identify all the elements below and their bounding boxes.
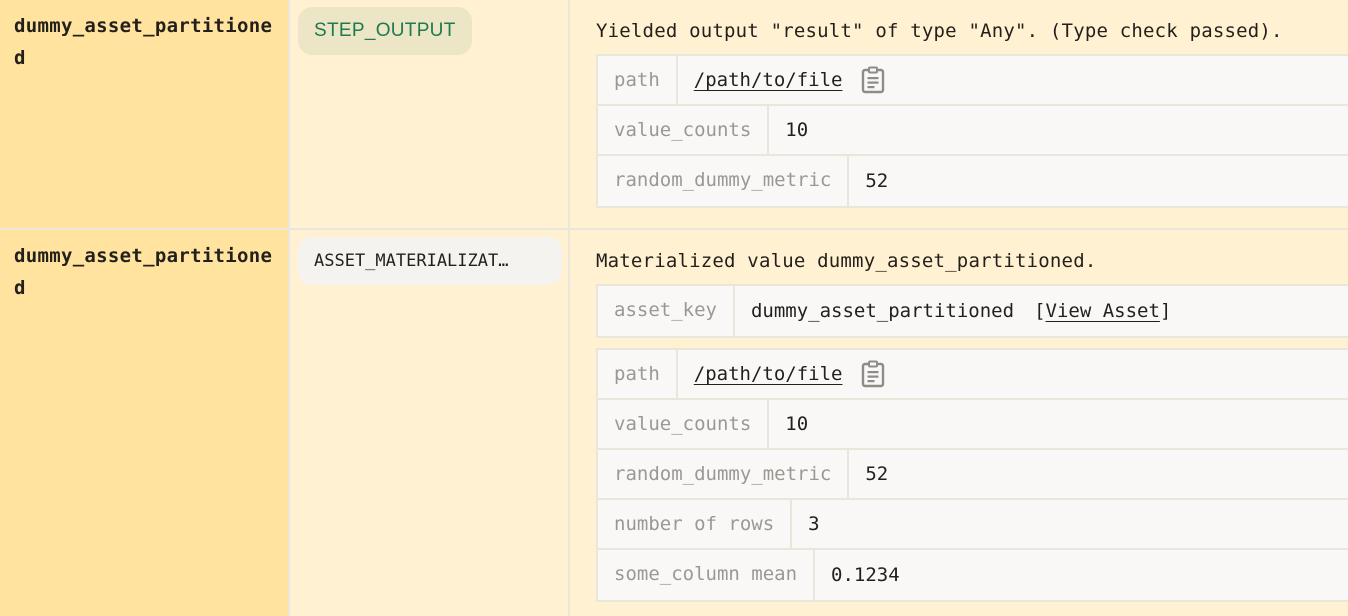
metadata-table: path /path/to/file value_counts 10 rando… <box>596 54 1348 208</box>
step-key-cell: dummy_asset_partitioned <box>0 0 290 228</box>
metadata-row: random_dummy_metric 52 <box>598 156 1348 206</box>
metadata-row: some_column mean 0.1234 <box>598 550 1348 600</box>
event-message: Materialized value dummy_asset_partition… <box>596 250 1097 272</box>
metadata-value: 3 <box>808 513 820 535</box>
view-asset-link[interactable]: View Asset <box>1046 287 1160 335</box>
metadata-value: 0.1234 <box>831 564 900 586</box>
metadata-value: 10 <box>785 413 809 435</box>
metadata-row: value_counts 10 <box>598 400 1348 450</box>
metadata-key: path <box>598 350 678 398</box>
asset-key-table: asset_key dummy_asset_partitioned [ View… <box>596 284 1348 338</box>
metadata-value: 52 <box>865 170 889 192</box>
metadata-row: value_counts 10 <box>598 106 1348 156</box>
asset-key-row: asset_key dummy_asset_partitioned [ View… <box>598 286 1348 336</box>
metadata-row: random_dummy_metric 52 <box>598 450 1348 500</box>
metadata-key: some_column mean <box>598 550 816 600</box>
info-cell: Materialized value dummy_asset_partition… <box>570 230 1348 616</box>
metadata-row: path /path/to/file <box>598 350 1348 400</box>
asset-name: dummy_asset_partitioned <box>750 300 1015 322</box>
asset-key-value: dummy_asset_partitioned [ View Asset ] <box>735 286 1187 336</box>
log-row: dummy_asset_partitioned STEP_OUTPUT Yiel… <box>0 0 1348 230</box>
log-row: dummy_asset_partitioned ASSET_MATERIALIZ… <box>0 230 1348 616</box>
asset-key-label: asset_key <box>598 286 735 336</box>
metadata-row: number of rows 3 <box>598 500 1348 550</box>
event-type-cell: ASSET_MATERIALIZAT… <box>290 230 570 616</box>
metadata-key: number of rows <box>598 500 793 548</box>
bracket-close: ] <box>1159 300 1172 322</box>
metadata-value: /path/to/file <box>678 56 903 104</box>
metadata-key: random_dummy_metric <box>598 156 850 206</box>
metadata-row: path /path/to/file <box>598 56 1348 106</box>
bracket-open: [ <box>1034 300 1046 322</box>
metadata-key: value_counts <box>598 106 770 154</box>
metadata-value: /path/to/file <box>678 350 903 398</box>
info-cell: Yielded output "result" of type "Any". (… <box>570 0 1348 228</box>
metadata-key: value_counts <box>598 400 770 448</box>
event-type-cell: STEP_OUTPUT <box>290 0 570 228</box>
clipboard-icon[interactable] <box>860 66 886 94</box>
metadata-key: random_dummy_metric <box>598 450 850 498</box>
metadata-value: 52 <box>865 463 889 485</box>
metadata-key: path <box>598 56 678 104</box>
step-key-cell: dummy_asset_partitioned <box>0 230 290 616</box>
event-log-table: dummy_asset_partitioned STEP_OUTPUT Yiel… <box>0 0 1348 616</box>
metadata-value: 10 <box>785 119 809 141</box>
event-message: Yielded output "result" of type "Any". (… <box>596 20 1283 42</box>
path-link[interactable]: /path/to/file <box>694 350 843 398</box>
clipboard-icon[interactable] <box>860 360 886 388</box>
event-type-badge[interactable]: STEP_OUTPUT <box>298 7 472 55</box>
event-type-badge[interactable]: ASSET_MATERIALIZAT… <box>298 237 562 285</box>
metadata-table: path /path/to/file value_counts 10 rando… <box>596 348 1348 602</box>
path-link[interactable]: /path/to/file <box>694 56 843 104</box>
